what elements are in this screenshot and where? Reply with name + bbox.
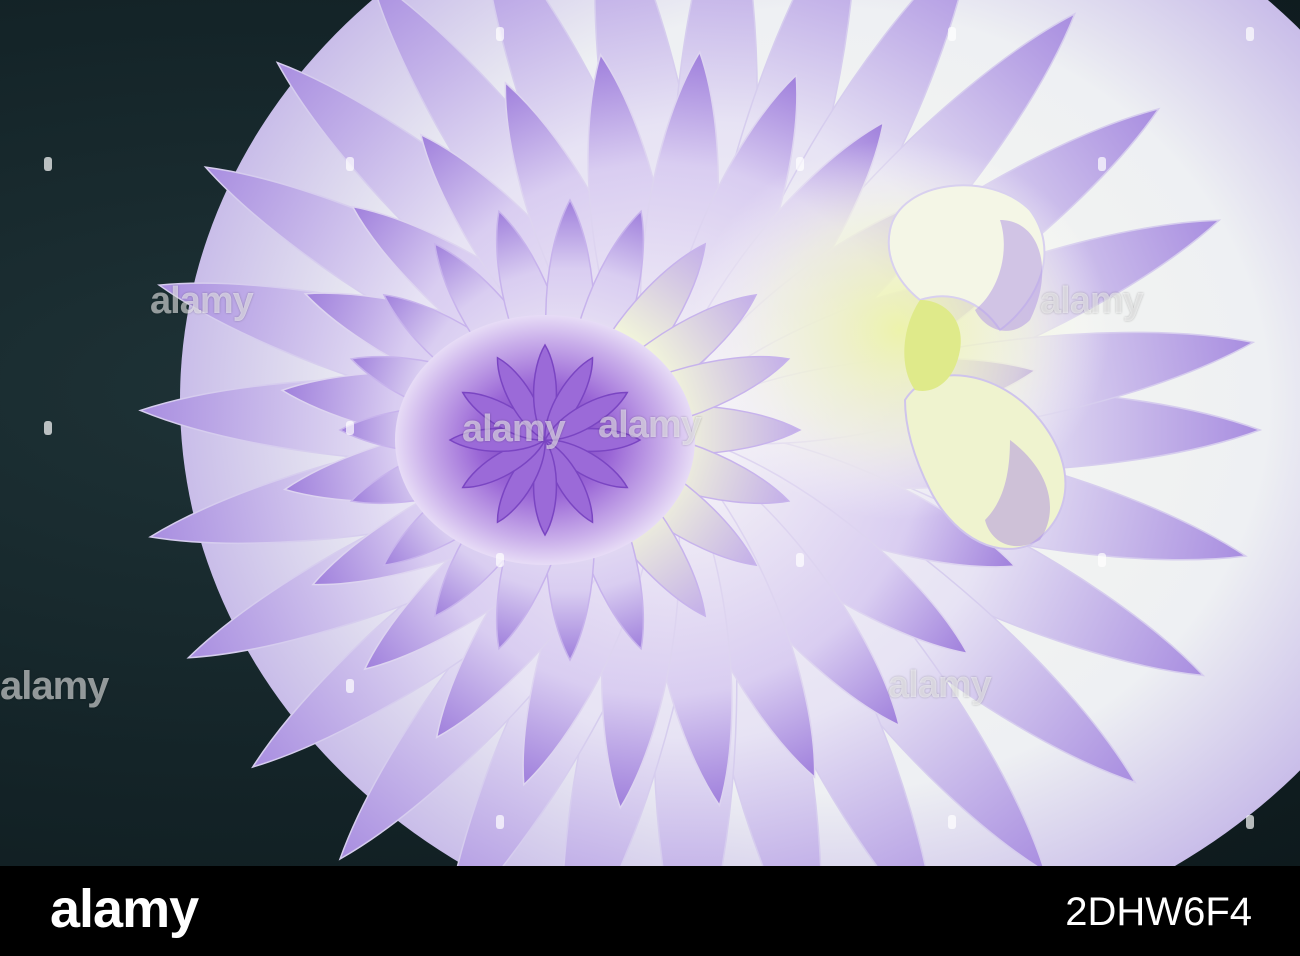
watermark-center-2: alamy <box>598 404 702 446</box>
alamy-logo-mark-icon <box>496 27 504 41</box>
alamy-logo-mark-icon <box>346 421 354 435</box>
alamy-logo-mark-icon <box>346 679 354 693</box>
image-id: 2DHW6F4 <box>1065 890 1252 934</box>
watermark-left-bottom: alamy <box>0 664 109 708</box>
alamy-logo-mark-icon <box>1246 815 1254 829</box>
alamy-logo-mark-icon <box>496 815 504 829</box>
watermark-left: alamy <box>150 280 254 322</box>
alamy-logo-mark-icon <box>346 157 354 171</box>
alamy-logo-mark-icon <box>948 815 956 829</box>
stock-footer-bar: alamy 2DHW6F4 <box>0 866 1300 956</box>
alamy-logo-mark-icon <box>44 157 52 171</box>
alamy-logo-mark-icon <box>1098 553 1106 567</box>
alamy-logo-mark-icon <box>1098 157 1106 171</box>
footer-logo: alamy <box>50 879 199 939</box>
alamy-logo-mark-icon <box>1246 27 1254 41</box>
alamy-logo-mark-icon <box>44 421 52 435</box>
watermark-right: alamy <box>1040 280 1144 322</box>
dahlia-photo: alamy alamy alamy alamy alamy alamy <box>0 0 1300 866</box>
watermark-lower-middle: alamy <box>888 664 992 706</box>
alamy-logo-mark-icon <box>796 553 804 567</box>
watermark-center: alamy <box>462 408 566 450</box>
alamy-logo-mark-icon <box>948 27 956 41</box>
alamy-logo-mark-icon <box>496 553 504 567</box>
alamy-logo-mark-icon <box>796 157 804 171</box>
